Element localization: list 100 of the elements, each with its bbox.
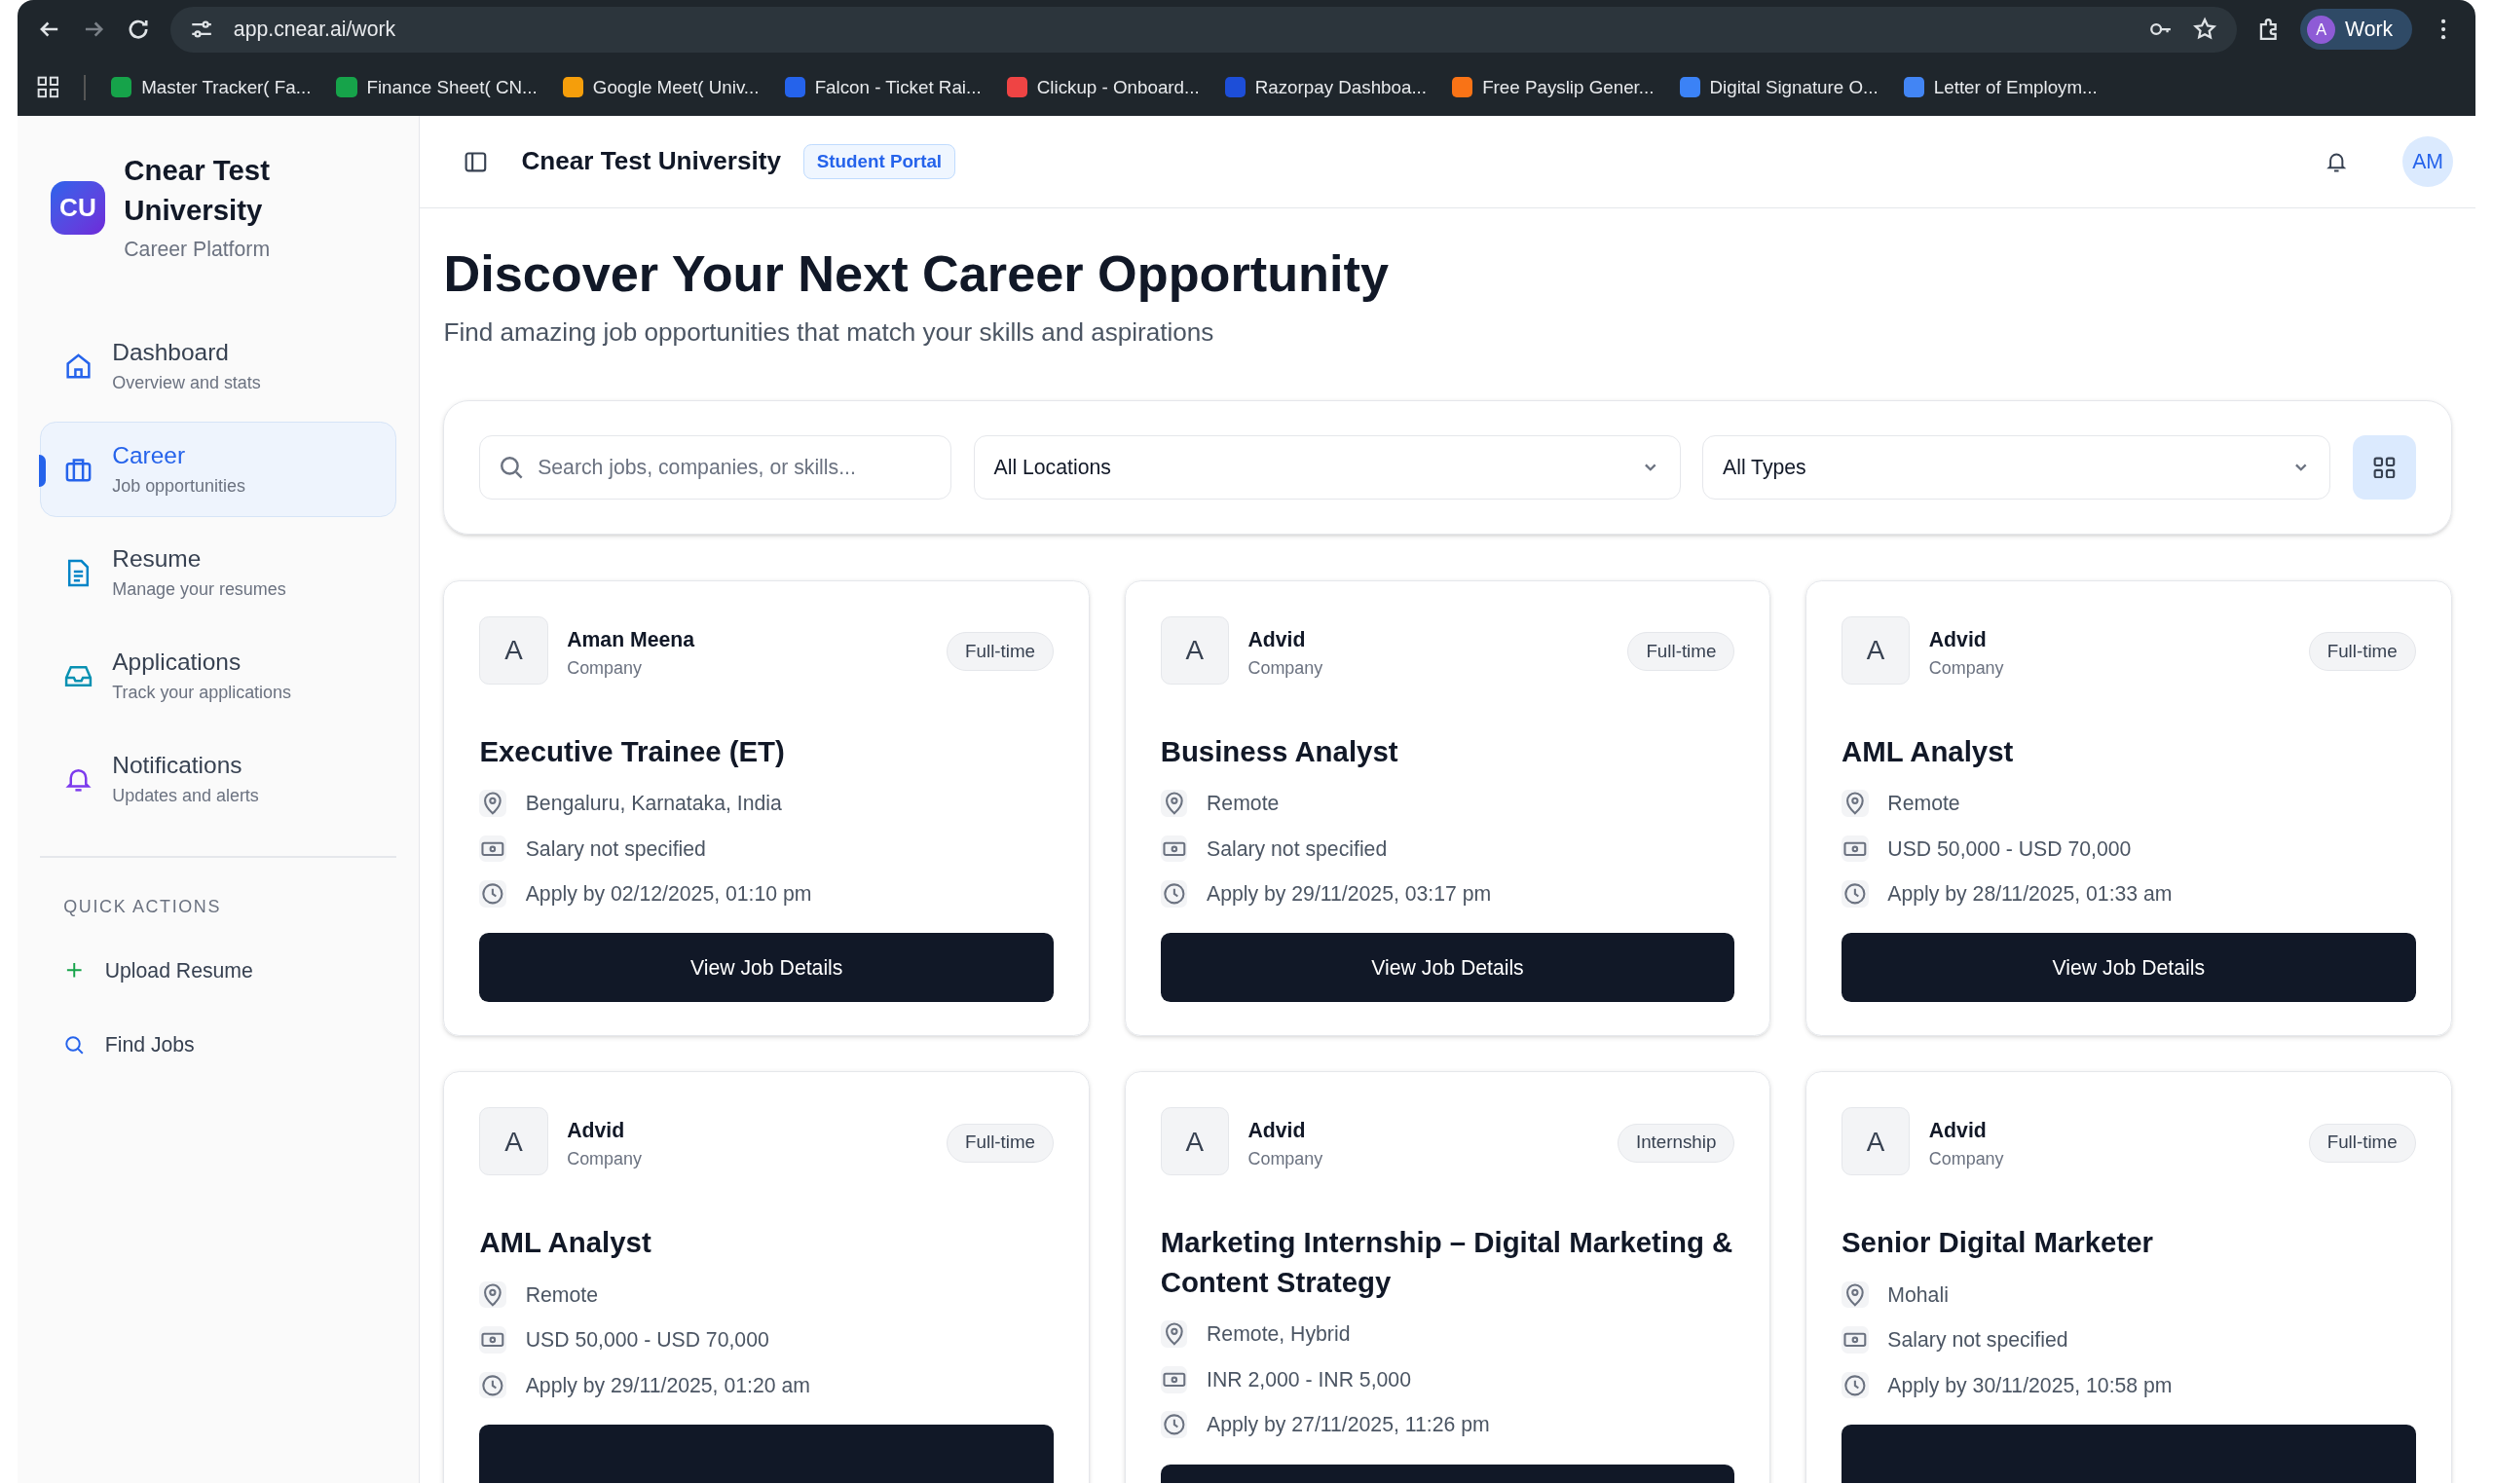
company-label: Company [567,656,643,680]
bookmark-link[interactable]: Free Payslip Gener... [1482,73,1655,101]
company-name: Advid [1928,1118,1988,1144]
bookmark-link[interactable]: Finance Sheet( CN... [366,73,538,101]
location-dropdown[interactable]: All Locations [973,435,1681,500]
bookmark-link[interactable]: Clickup - Onboard... [1036,73,1200,101]
company-initial: A [1842,615,1911,685]
page-subtitle: Find amazing job opportunities that match your skills and aspirations [443,315,1215,349]
job-salary: USD 50,000 - USD 70,000 [1887,835,2132,862]
job-deadline: Apply by 29/11/2025, 03:17 pm [1207,881,1492,908]
job-title: Marketing Internship – Digital Marketing & Content Strategy [1160,1225,1734,1301]
company-label: Company [567,1148,643,1171]
brand-subtitle: Career Platform [124,236,272,262]
logo-badge: CU [51,180,105,236]
job-type-badge: Full-time [2308,1123,2416,1163]
company-initial: A [1160,615,1229,685]
sidebar-toggle-icon[interactable] [464,150,487,173]
clock-icon [1842,1371,1869,1399]
company-initial: A [1842,1107,1911,1176]
job-deadline: Apply by 02/12/2025, 01:10 pm [525,881,812,908]
company-initial: A [479,1107,548,1176]
job-salary: Salary not specified [1887,1327,2068,1354]
job-location: Remote [525,1281,598,1308]
location-pin-icon [1160,1320,1188,1349]
view-job-details-button[interactable]: View Job Details [1842,933,2416,1002]
job-title: Business Analyst [1160,733,1399,769]
banknote-icon [479,835,507,863]
grid-view-button[interactable] [2352,435,2416,500]
clock-icon [1160,1411,1188,1439]
view-job-details-button[interactable]: View Job Details [1160,933,1735,1002]
company-label: Company [1247,1148,1324,1171]
job-deadline: Apply by 27/11/2025, 11:26 pm [1207,1412,1490,1438]
quick-action-link[interactable]: Upload Resume [39,936,397,1005]
company-label: Company [1928,656,2005,680]
banknote-icon [1842,1326,1869,1354]
job-type-badge: Full-time [947,632,1054,672]
clock-icon [479,880,507,908]
profile-button[interactable]: A Work [2300,9,2412,51]
company-name: Advid [1247,1118,1307,1144]
company-name: Aman Meena [567,626,696,652]
location-pin-icon [1842,790,1869,817]
bookmark-link[interactable]: Falcon - Ticket Rai... [814,73,982,101]
company-name: Advid [1928,626,1988,652]
job-title: Executive Trainee (ET) [479,733,786,769]
profile-name: Work [2345,17,2394,43]
job-location: Remote [1887,791,1960,817]
banknote-icon [1160,835,1188,863]
job-salary: USD 50,000 - USD 70,000 [525,1327,769,1354]
view-job-details-button[interactable]: View Job Details [479,933,1054,1002]
clock-icon [1842,880,1869,908]
bookmark-link[interactable]: Razorpay Dashboa... [1254,73,1428,101]
nav-item[interactable]: Applications Track your applications [39,628,397,724]
bookmark-link[interactable]: Digital Signature O... [1709,73,1879,101]
type-dropdown[interactable]: All Types [1702,435,2330,500]
location-pin-icon [1160,790,1188,817]
profile-avatar: A [2306,15,2336,44]
job-title: AML Analyst [479,1225,652,1261]
page-title: Discover Your Next Career Opportunity [443,243,1390,304]
url-text: app.cnear.ai/work [233,17,397,43]
company-name: Advid [1247,626,1307,652]
apps-grid-icon[interactable] [36,76,59,99]
job-location: Remote, Hybrid [1207,1321,1351,1348]
nav-item[interactable]: Career Job opportunities [39,422,397,518]
company-initial: A [1160,1107,1229,1176]
nav-item[interactable]: Dashboard Overview and stats [39,318,397,415]
company-label: Company [1247,656,1324,680]
portal-badge: Student Portal [802,143,956,180]
job-title: Senior Digital Marketer [1842,1225,2154,1261]
job-location: Bengaluru, Karnataka, India [525,791,782,817]
location-pin-icon [1842,1280,1869,1309]
job-type-badge: Full-time [1627,632,1735,672]
location-pin-icon [479,1280,507,1309]
job-salary: Salary not specified [525,835,706,863]
job-salary: Salary not specified [1207,835,1388,863]
job-title: AML Analyst [1842,733,2015,769]
bookmark-link[interactable]: Master Tracker( Fa... [141,73,312,101]
company-name: Advid [567,1118,626,1144]
job-type-badge: Internship [1617,1123,1735,1163]
job-deadline: Apply by 28/11/2025, 01:33 am [1887,881,2173,908]
brand-title: Cnear Test University [124,153,271,228]
nav-item[interactable]: Resume Manage your resumes [39,525,397,621]
header-title: Cnear Test University [521,145,781,178]
banknote-icon [1160,1365,1188,1393]
grid-icon [2372,456,2396,479]
user-avatar[interactable]: AM [2401,135,2454,188]
search-field[interactable]: Search jobs, companies, or skills... [479,435,952,500]
job-location: Mohali [1887,1281,1949,1308]
active-indicator [39,455,46,487]
bookmark-link[interactable]: Google Meet( Univ... [592,73,760,101]
job-salary: INR 2,000 - INR 5,000 [1207,1366,1411,1392]
search-icon [498,454,525,480]
address-bar[interactable]: app.cnear.ai/work [169,6,2238,53]
section-heading: QUICK ACTIONS [63,896,223,919]
job-deadline: Apply by 30/11/2025, 10:58 pm [1887,1372,2173,1399]
banknote-icon [479,1326,507,1354]
bookmark-link[interactable]: Letter of Employm... [1933,73,2098,101]
company-initial: A [479,615,548,685]
quick-action-link[interactable]: Find Jobs [39,1011,397,1080]
nav-item[interactable]: Notifications Updates and alerts [39,731,397,828]
job-type-badge: Full-time [2308,632,2416,672]
